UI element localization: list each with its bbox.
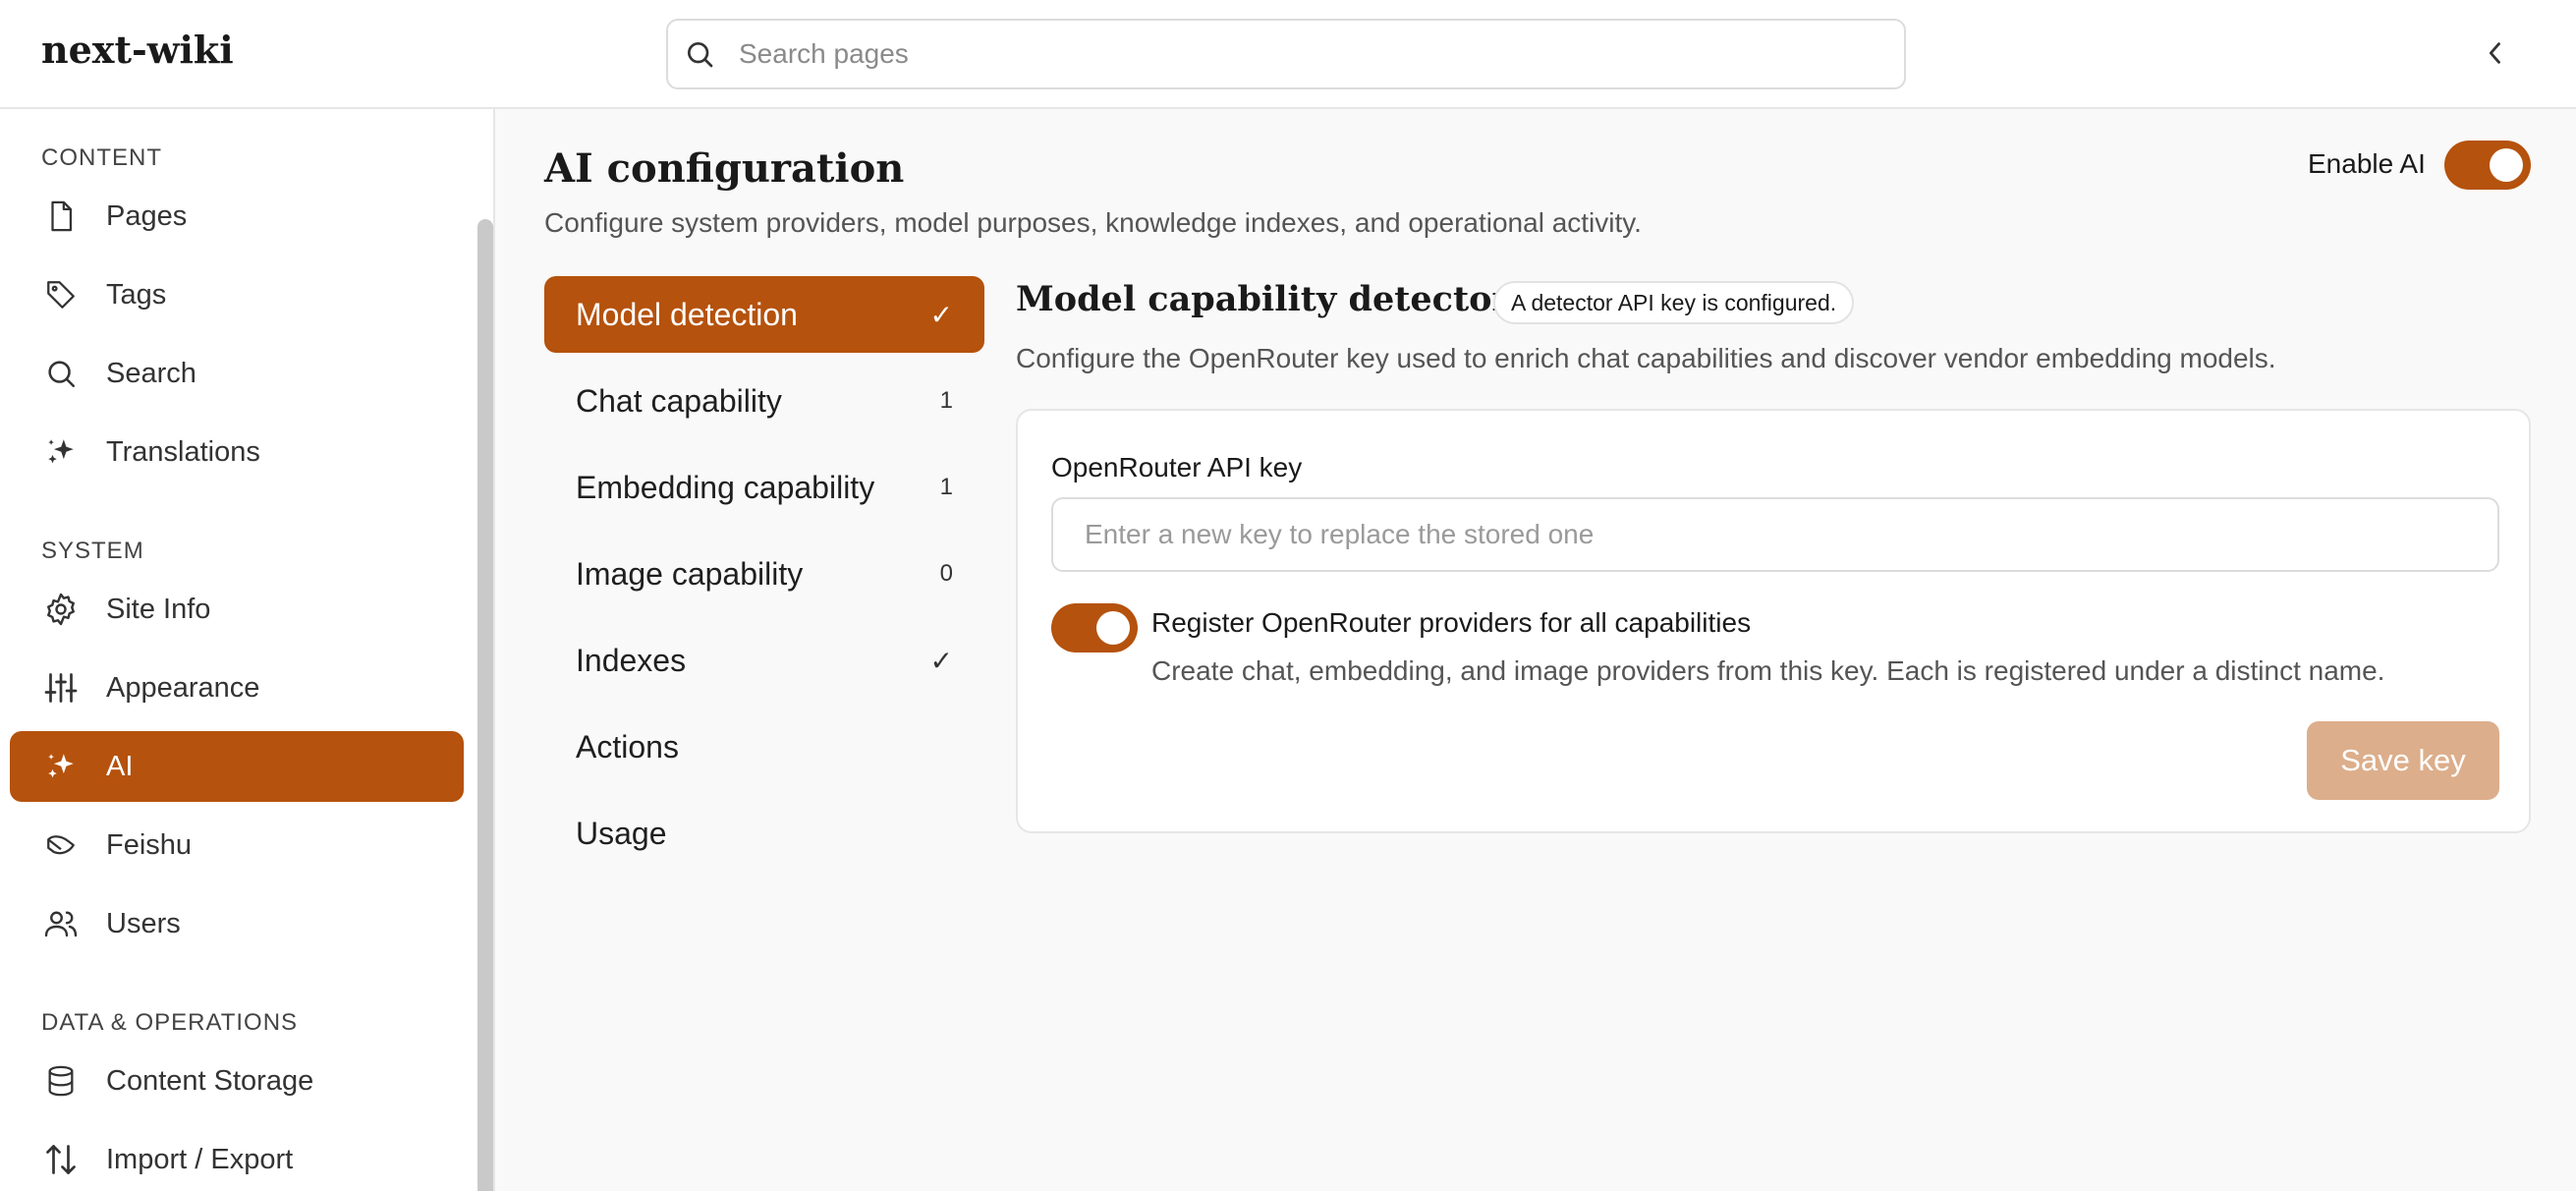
brand-logo[interactable]: next-wiki — [41, 28, 234, 72]
status-badge: A detector API key is configured. — [1493, 281, 1855, 324]
tab-count: 0 — [939, 560, 953, 587]
sidebar-item-label: Content Storage — [106, 1064, 314, 1097]
sidebar-item-feishu[interactable]: Feishu — [10, 810, 464, 880]
tab-label: Image capability — [576, 555, 804, 592]
sidebar-item-translations[interactable]: Translations — [10, 417, 464, 487]
toggle-knob — [1096, 611, 1130, 645]
tab-label: Model detection — [576, 296, 798, 332]
tab-label: Chat capability — [576, 382, 782, 419]
sidebar-scrollbar[interactable] — [477, 219, 493, 1191]
panel-subtitle: Configure the OpenRouter key used to enr… — [1016, 343, 2276, 373]
check-icon: ✓ — [929, 645, 953, 676]
search-box[interactable] — [666, 19, 1906, 89]
chevron-left-icon — [2489, 42, 2500, 64]
sidebar-section-system: SYSTEM — [41, 538, 144, 564]
tab-actions[interactable]: Actions — [544, 709, 984, 785]
tab-label: Indexes — [576, 642, 687, 678]
page-title: AI configuration — [544, 145, 905, 192]
users-icon — [41, 904, 81, 943]
collapse-panel-button[interactable] — [2476, 31, 2515, 75]
enable-ai-label: Enable AI — [2308, 148, 2426, 179]
tab-count: 1 — [939, 474, 953, 500]
tab-chat-capability[interactable]: Chat capability 1 — [544, 363, 984, 439]
sidebar-item-label: Translations — [106, 435, 260, 468]
tab-indexes[interactable]: Indexes ✓ — [544, 622, 984, 699]
save-key-button[interactable]: Save key — [2307, 721, 2499, 800]
api-key-card: OpenRouter API key Register OpenRouter p… — [1016, 409, 2531, 833]
sidebar-item-label: AI — [106, 750, 134, 782]
register-providers-toggle[interactable] — [1051, 603, 1138, 652]
register-providers-description: Create chat, embedding, and image provid… — [1151, 655, 2385, 686]
tag-icon — [41, 275, 81, 314]
tab-label: Usage — [576, 815, 667, 851]
sidebar-item-label: Users — [106, 907, 181, 939]
enable-ai-toggle[interactable] — [2444, 141, 2531, 190]
sidebar-item-label: Site Info — [106, 593, 211, 625]
sidebar-item-label: Appearance — [106, 671, 260, 704]
file-icon — [41, 197, 81, 236]
sidebar-section-content: CONTENT — [41, 144, 162, 171]
register-providers-label: Register OpenRouter providers for all ca… — [1151, 607, 1752, 638]
tab-count: 1 — [939, 387, 953, 414]
sidebar-item-content-storage[interactable]: Content Storage — [10, 1046, 464, 1116]
sidebar-item-label: Feishu — [106, 828, 193, 861]
search-input[interactable] — [739, 34, 1869, 74]
sidebar-item-label: Tags — [106, 278, 167, 311]
page-subtitle: Configure system providers, model purpos… — [544, 207, 1642, 238]
tab-label: Actions — [576, 728, 679, 765]
sidebar-item-label: Import / Export — [106, 1143, 294, 1175]
sidebar-item-site-info[interactable]: Site Info — [10, 574, 464, 645]
check-icon: ✓ — [929, 299, 953, 330]
feishu-icon — [41, 825, 81, 865]
api-key-input[interactable] — [1051, 497, 2499, 572]
sidebar-item-users[interactable]: Users — [10, 888, 464, 959]
api-key-label: OpenRouter API key — [1051, 452, 1303, 482]
tab-usage[interactable]: Usage — [544, 795, 984, 872]
sidebar-section-data-operations: DATA & OPERATIONS — [41, 1009, 299, 1036]
toggle-knob — [2490, 148, 2523, 182]
tab-image-capability[interactable]: Image capability 0 — [544, 536, 984, 612]
sparkles-icon — [41, 747, 81, 786]
sidebar-item-appearance[interactable]: Appearance — [10, 652, 464, 723]
search-icon — [688, 42, 713, 68]
gear-icon — [41, 590, 81, 629]
top-bar: next-wiki — [0, 0, 2576, 109]
sidebar-item-import-export[interactable]: Import / Export — [10, 1124, 464, 1191]
sidebar-item-search[interactable]: Search — [10, 338, 464, 409]
sidebar-item-tags[interactable]: Tags — [10, 259, 464, 330]
tab-embedding-capability[interactable]: Embedding capability 1 — [544, 449, 984, 526]
tab-label: Embedding capability — [576, 469, 875, 505]
database-icon — [41, 1061, 81, 1101]
sparkles-icon — [41, 432, 81, 472]
panel-title: Model capability detector — [1016, 279, 1510, 319]
arrows-updown-icon — [41, 1140, 81, 1179]
sidebar: CONTENT Pages Tags Search Translations S… — [0, 109, 495, 1191]
search-icon — [41, 354, 81, 393]
sidebar-item-label: Pages — [106, 199, 188, 232]
sidebar-item-label: Search — [106, 357, 196, 389]
tab-model-detection[interactable]: Model detection ✓ — [544, 276, 984, 353]
sliders-icon — [41, 668, 81, 708]
sidebar-item-ai[interactable]: AI — [10, 731, 464, 802]
sidebar-item-pages[interactable]: Pages — [10, 181, 464, 252]
